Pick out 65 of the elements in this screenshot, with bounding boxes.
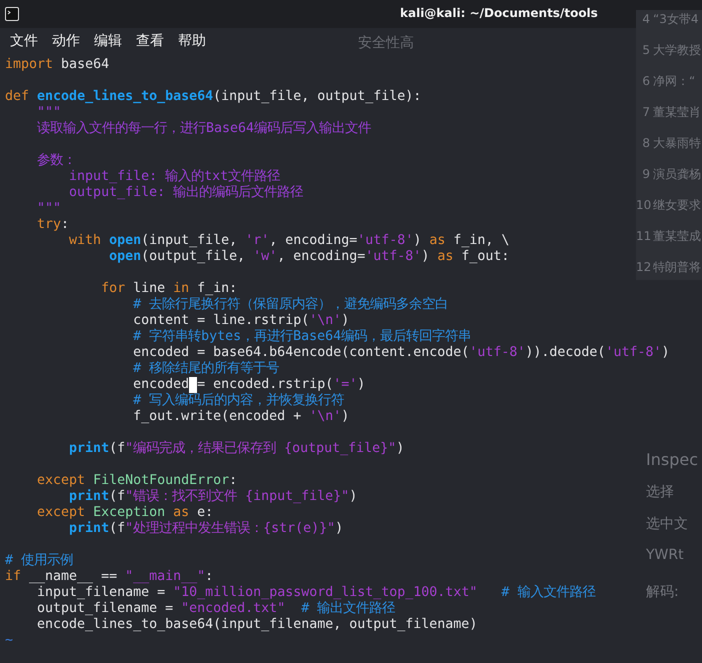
code-line: if __name__ == "__main__": xyxy=(5,569,214,585)
code-line: for line in f_in: xyxy=(100,281,238,297)
background-text: 董某莹成 xyxy=(653,228,701,245)
code-line: input_file: 输入的txt文件路径 xyxy=(68,169,280,184)
background-text: 解码: xyxy=(646,583,680,601)
background-text: 9 xyxy=(641,166,650,183)
background-text: 7 xyxy=(641,104,650,121)
background-text: 8 xyxy=(641,135,650,152)
background-text: 安全性高 xyxy=(358,34,414,52)
background-text: 净网：“ xyxy=(653,73,696,90)
code-line: # 写入编码后的内容，并恢复换行符 xyxy=(132,393,344,409)
code-line: input_filename = "10_million_password_list_top_100.txt" # 输入文件路径 xyxy=(36,585,596,600)
background-text: 选中文 xyxy=(646,515,689,533)
background-text: 6 xyxy=(641,73,650,90)
menu-item[interactable]: 文件 xyxy=(10,32,38,50)
code-line: # 去除行尾换行符（保留原内容），避免编码多余空白 xyxy=(132,297,448,313)
code-line: content = line.rstrip('\n') xyxy=(132,313,350,328)
terminal-icon xyxy=(5,7,19,21)
menu-item[interactable]: 帮助 xyxy=(178,32,206,50)
code-line: except Exception as e: xyxy=(36,505,214,520)
code-line: """ xyxy=(36,105,62,121)
code-line: output_file: 输出的编码后文件路径 xyxy=(68,185,304,201)
code-text: '=' xyxy=(333,377,358,393)
menu-item[interactable]: 查看 xyxy=(136,32,164,50)
background-text: 11 xyxy=(636,228,650,245)
code-line: encode_lines_to_base64(input_filename, output_filename) xyxy=(36,617,478,633)
code-line: 读取输入文件的每一行，进行Base64编码后写入输出文件 xyxy=(36,121,372,137)
background-text: 特朗普将 xyxy=(653,259,701,276)
code-line: with open(input_file, 'r', encoding='utf-8') as f_in, \ xyxy=(68,233,510,249)
code-line: print(f"错误：找不到文件 {input_file}") xyxy=(68,489,358,505)
background-text: 大学教授 xyxy=(653,42,701,59)
code-line: 参数： xyxy=(36,153,76,169)
menu-item[interactable]: 动作 xyxy=(52,32,80,50)
background-text: YWRt xyxy=(646,547,685,563)
background-text: 大暴雨特 xyxy=(653,135,701,152)
background-text: 继女要求 xyxy=(653,197,701,214)
background-text: 5 xyxy=(641,42,650,59)
code-line: print(f"编码完成，结果已保存到 {output_file}") xyxy=(68,441,404,457)
background-text: 10 xyxy=(636,197,650,214)
code-line: try: xyxy=(36,217,70,233)
code-line: output_filename = "encoded.txt" # 输出文件路径 xyxy=(36,601,396,617)
code-line: def encode_lines_to_base64(input_file, output_file): xyxy=(5,89,422,105)
background-text: 演员龚杨 xyxy=(653,166,701,183)
background-text: “3女带4 xyxy=(653,11,698,28)
code-line: import base64 xyxy=(5,57,110,73)
code-line: print(f"处理过程中发生错误：{str(e)}") xyxy=(68,521,344,537)
window-title: kali@kali: ~/Documents/tools xyxy=(400,6,598,20)
code-line: """ xyxy=(36,201,62,217)
background-text: Inspec xyxy=(646,450,699,469)
code-line: # 使用示例 xyxy=(5,553,74,569)
code-text: ) xyxy=(357,377,366,393)
background-text: 12 xyxy=(636,259,650,276)
menu-item[interactable]: 编辑 xyxy=(94,32,122,50)
code-line: except FileNotFoundError: xyxy=(36,473,238,488)
background-text: 董某莹肖 xyxy=(653,104,701,121)
background-text: 选择 xyxy=(646,483,675,501)
code-line: # 字符串转bytes，再进行Base64编码，最后转回字符串 xyxy=(132,329,472,345)
code-line: open(output_file, 'w', encoding='utf-8') as f_out: xyxy=(108,249,510,265)
code-text: = encoded.rstrip( xyxy=(197,377,334,392)
code-line: # 移除结尾的所有等于号 xyxy=(132,361,280,377)
background-text: 4 xyxy=(641,11,650,28)
code-line: encoded = base64.b64encode(content.encode('utf-8')).decode('utf-8') xyxy=(132,345,670,361)
code-line: f_out.write(encoded + '\n') xyxy=(132,409,350,425)
code-text: encoded xyxy=(133,377,190,392)
code-line: ~ xyxy=(5,633,14,649)
